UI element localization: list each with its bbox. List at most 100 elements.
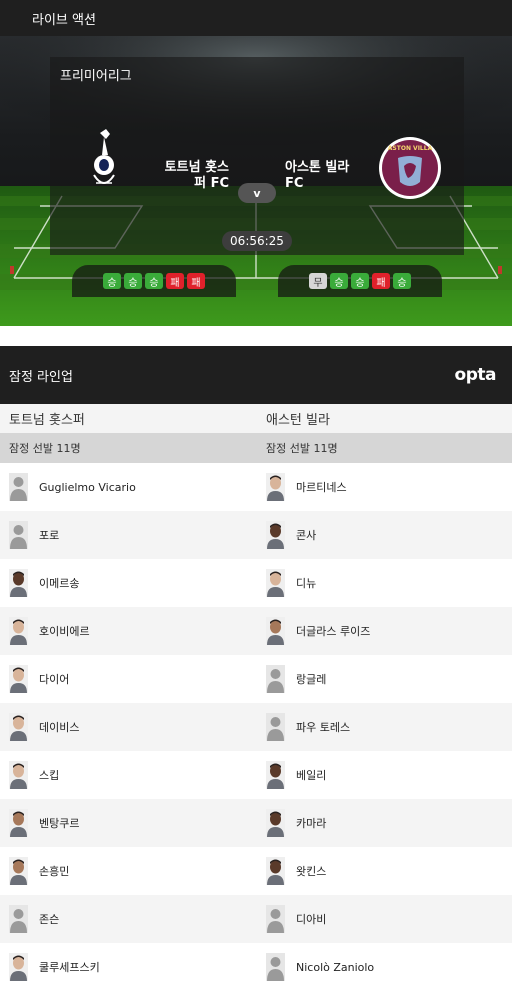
player-name: 콘사: [296, 529, 317, 542]
home-team-name: 토트넘 홋스 퍼 FC: [164, 160, 229, 191]
top-bar: 라이브 액션: [0, 0, 512, 36]
aston-villa-crest-icon: ASTON VILLA: [379, 137, 441, 199]
away-player[interactable]: 디아비: [256, 895, 512, 943]
player-name: 스킵: [39, 769, 60, 782]
player-silhouette-icon: [266, 905, 285, 933]
table-row: 스킵 베일리: [0, 751, 512, 799]
lineup-title: 잠정 라인업: [9, 369, 73, 385]
tottenham-crest-icon: [93, 129, 115, 184]
form-result-badge: 승: [351, 273, 369, 289]
player-name: 더글라스 루이즈: [296, 625, 371, 638]
away-player[interactable]: 랑글레: [256, 655, 512, 703]
player-silhouette-icon: [9, 521, 28, 549]
home-player[interactable]: 스킵: [0, 751, 256, 799]
away-team-label: 애스턴 빌라: [266, 413, 330, 428]
home-player[interactable]: 포로: [0, 511, 256, 559]
player-name: 파우 토레스: [296, 721, 351, 734]
player-name: 디뉴: [296, 577, 317, 590]
player-photo: [9, 713, 28, 741]
player-silhouette-icon: [266, 953, 285, 981]
form-result-badge: 승: [330, 273, 348, 289]
player-photo: [9, 809, 28, 837]
home-player[interactable]: 호이비에르: [0, 607, 256, 655]
home-player[interactable]: 존슨: [0, 895, 256, 943]
crest-text: ASTON VILLA: [388, 145, 433, 152]
table-row: 벤탕쿠르 카마라: [0, 799, 512, 847]
player-list: Guglielmo Vicario 마르티네스포로 콘사이메르송 디뉴호이비에르 더글라…: [0, 463, 512, 991]
player-name: 호이비에르: [39, 625, 90, 638]
away-player[interactable]: 왓킨스: [256, 847, 512, 895]
player-name: 디아비: [296, 913, 327, 926]
player-name: 데이비스: [39, 721, 80, 734]
player-photo: [9, 761, 28, 789]
home-player[interactable]: 쿨루세프스키: [0, 943, 256, 991]
away-player[interactable]: Nicolò Zaniolo: [256, 943, 512, 991]
player-photo: [266, 761, 285, 789]
player-photo: [9, 665, 28, 693]
home-recent-form: 승승승패패: [72, 265, 236, 297]
player-silhouette-icon: [266, 665, 285, 693]
player-name: 이메르송: [39, 577, 80, 590]
home-player[interactable]: Guglielmo Vicario: [0, 463, 256, 511]
table-row: 존슨 디아비: [0, 895, 512, 943]
away-player[interactable]: 콘사: [256, 511, 512, 559]
match-card[interactable]: 프리미어리그 토트넘 홋스 퍼 FC v 아스톤 빌라 FC ASTON VIL…: [50, 57, 464, 255]
home-player[interactable]: 이메르송: [0, 559, 256, 607]
table-row: Guglielmo Vicario 마르티네스: [0, 463, 512, 511]
away-player[interactable]: 마르티네스: [256, 463, 512, 511]
table-row: 포로 콘사: [0, 511, 512, 559]
away-player[interactable]: 더글라스 루이즈: [256, 607, 512, 655]
opta-logo: opta: [454, 365, 497, 385]
player-name: 랑글레: [296, 673, 327, 686]
player-photo: [266, 521, 285, 549]
home-player[interactable]: 다이어: [0, 655, 256, 703]
home-player[interactable]: 손흥민: [0, 847, 256, 895]
away-player[interactable]: 카마라: [256, 799, 512, 847]
match-hero: 프리미어리그 토트넘 홋스 퍼 FC v 아스톤 빌라 FC ASTON VIL…: [0, 36, 512, 326]
form-result-badge: 승: [124, 273, 142, 289]
away-recent-form: 무승승패승: [278, 265, 442, 297]
table-row: 이메르송 디뉴: [0, 559, 512, 607]
player-name: 쿨루세프스키: [39, 961, 100, 974]
home-starters-label: 잠정 선발 11명: [9, 442, 81, 455]
player-name: 포로: [39, 529, 60, 542]
player-name: 다이어: [39, 673, 70, 686]
form-result-badge: 패: [372, 273, 390, 289]
player-name: 왓킨스: [296, 865, 327, 878]
home-team-label: 토트넘 홋스퍼: [9, 413, 85, 428]
player-photo: [266, 617, 285, 645]
form-result-badge: 승: [393, 273, 411, 289]
table-row: 데이비스 파우 토레스: [0, 703, 512, 751]
form-result-badge: 패: [166, 273, 184, 289]
player-silhouette-icon: [266, 713, 285, 741]
player-photo: [266, 809, 285, 837]
player-name: 존슨: [39, 913, 60, 926]
vs-badge: v: [238, 183, 276, 203]
form-result-badge: 무: [309, 273, 327, 289]
away-player[interactable]: 디뉴: [256, 559, 512, 607]
form-result-badge: 승: [103, 273, 121, 289]
table-row: 손흥민 왓킨스: [0, 847, 512, 895]
away-player[interactable]: 베일리: [256, 751, 512, 799]
player-photo: [9, 857, 28, 885]
player-name: Nicolò Zaniolo: [296, 960, 375, 974]
table-row: 쿨루세프스키 Nicolò Zaniolo: [0, 943, 512, 991]
lineup-header: 잠정 라인업 opta: [0, 346, 512, 404]
away-team-name: 아스톤 빌라 FC: [285, 160, 350, 191]
league-name: 프리미어리그: [60, 69, 132, 84]
countdown-timer: 06:56:25: [222, 231, 292, 251]
player-photo: [9, 617, 28, 645]
table-row: 다이어 랑글레: [0, 655, 512, 703]
home-player[interactable]: 벤탕쿠르: [0, 799, 256, 847]
form-result-badge: 패: [187, 273, 205, 289]
player-silhouette-icon: [9, 905, 28, 933]
player-photo: [9, 569, 28, 597]
player-name: 베일리: [296, 769, 327, 782]
player-name: 손흥민: [39, 865, 70, 878]
player-photo: [9, 953, 28, 981]
player-name: 마르티네스: [296, 481, 347, 494]
home-player[interactable]: 데이비스: [0, 703, 256, 751]
player-silhouette-icon: [9, 473, 28, 501]
away-player[interactable]: 파우 토레스: [256, 703, 512, 751]
lineup-team-names: 토트넘 홋스퍼 애스턴 빌라: [0, 404, 512, 433]
